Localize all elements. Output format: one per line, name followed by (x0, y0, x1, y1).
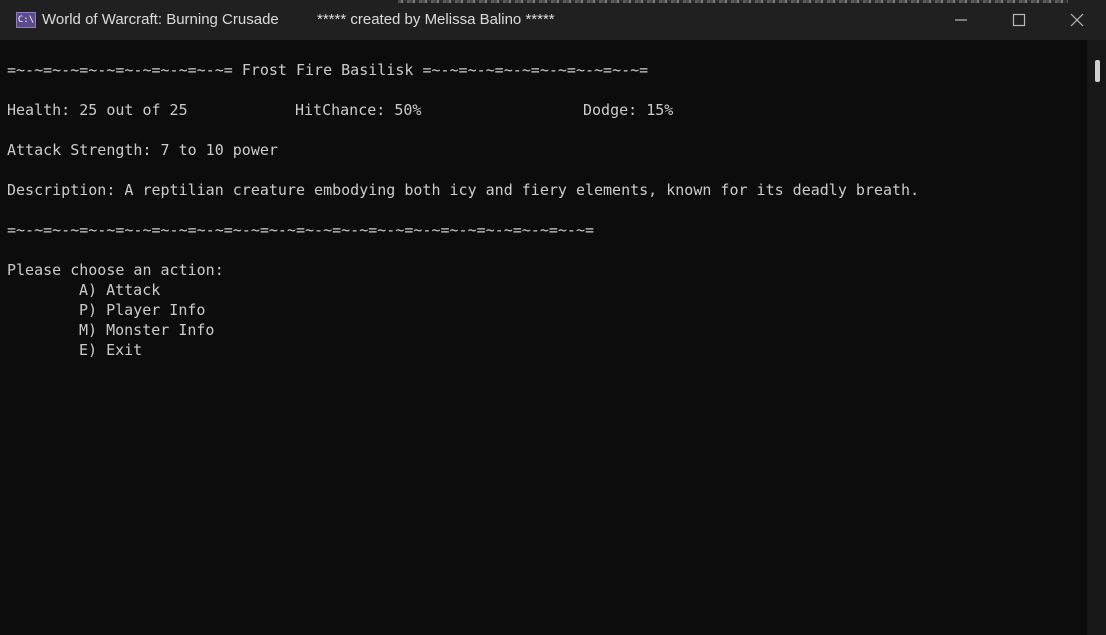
header-border-left: =~-~=~-~=~-~=~-~=~-~=~-~= (7, 61, 233, 79)
action-prompt: Please choose an action: (7, 261, 224, 279)
console-window: C:\ World of Warcraft: Burning Crusade *… (0, 0, 1106, 635)
monster-header-line: =~-~=~-~=~-~=~-~=~-~=~-~= Frost Fire Bas… (7, 60, 648, 80)
menu-option-monster-info: M) Monster Info (79, 321, 215, 339)
minimize-button[interactable] (932, 0, 990, 40)
close-icon (1070, 13, 1084, 27)
scrollbar-thumb[interactable] (1095, 60, 1100, 82)
window-title: World of Warcraft: Burning Crusade (42, 11, 279, 28)
stats-line: Health: 25 out of 25 HitChance: 50% Dodg… (7, 100, 1007, 120)
minimize-icon (955, 19, 967, 21)
console-output[interactable]: =~-~=~-~=~-~=~-~=~-~=~-~= Frost Fire Bas… (0, 40, 1087, 635)
menu-option-attack: A) Attack (79, 281, 161, 299)
maximize-button[interactable] (990, 0, 1048, 40)
menu-option-player-info: P) Player Info (79, 301, 206, 319)
menu-option-exit: E) Exit (79, 341, 143, 359)
monster-health: Health: 25 out of 25 (7, 101, 188, 119)
vertical-scrollbar[interactable] (1087, 40, 1106, 635)
monster-dodge: Dodge: 15% (583, 101, 674, 119)
monster-name: Frost Fire Basilisk (241, 61, 414, 79)
monster-hit-chance: HitChance: 50% (295, 101, 422, 119)
title-bar[interactable]: C:\ World of Warcraft: Burning Crusade *… (0, 0, 1106, 40)
window-subtitle: ***** created by Melissa Balino ***** (317, 11, 555, 28)
close-button[interactable] (1048, 0, 1106, 40)
monster-attack-strength: Attack Strength: 7 to 10 power (7, 141, 278, 159)
header-border-right: =~-~=~-~=~-~=~-~=~-~=~-~= (422, 61, 649, 79)
maximize-icon (1012, 13, 1026, 27)
monster-description: Description: A reptilian creature embody… (7, 181, 920, 199)
divider-line: =~-~=~-~=~-~=~-~=~-~=~-~=~-~=~-~=~-~=~-~… (7, 221, 594, 239)
console-app-icon: C:\ (16, 12, 36, 28)
